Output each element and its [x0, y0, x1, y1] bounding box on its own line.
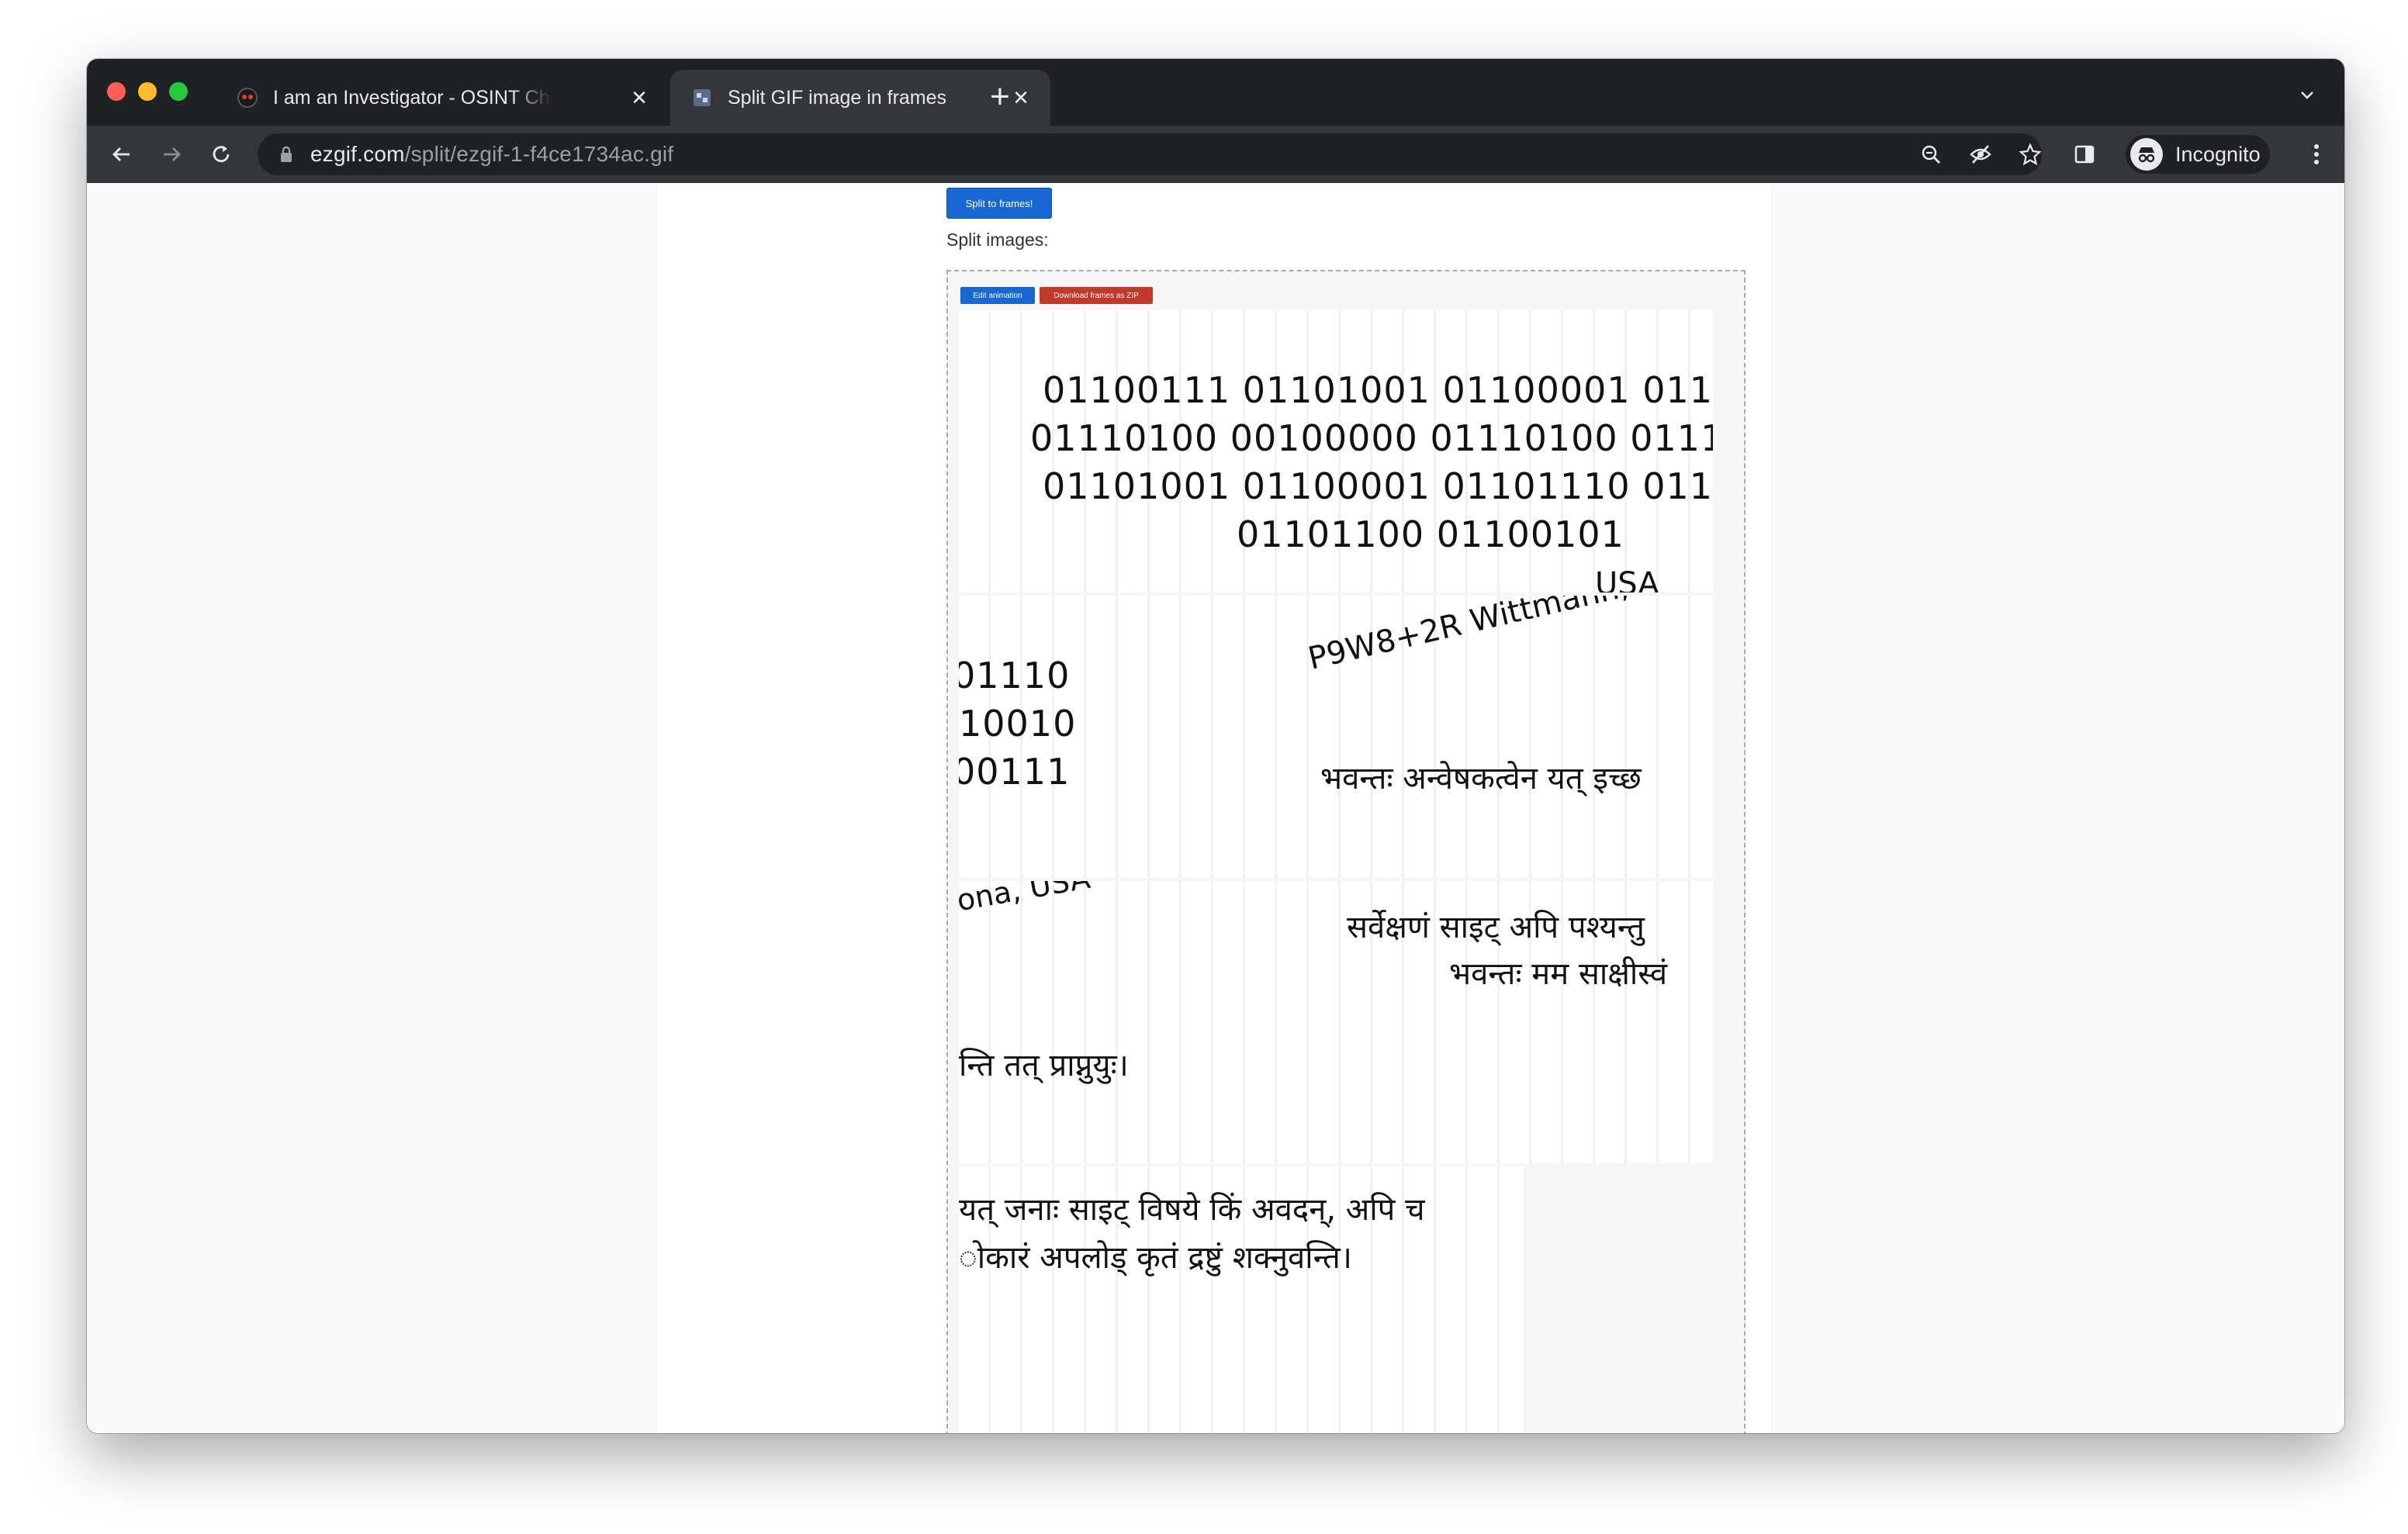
- browser-window: I am an Investigator - OSINT Challenge ✕…: [87, 59, 2344, 1433]
- gif-frame-4[interactable]: यत् जनाः साइट् विषये किं अवदन्, अपि च ोक…: [959, 1166, 1524, 1433]
- frame-text: न्ति तत् प्राप्नुयुः।: [959, 1048, 1129, 1083]
- url-text[interactable]: ezgif.com/split/ezgif-1-f4ce1734ac.gif: [310, 142, 673, 167]
- maximize-window-button[interactable]: [169, 82, 188, 101]
- bookmark-star-icon[interactable]: [2015, 140, 2045, 169]
- new-tab-button[interactable]: +: [979, 76, 1021, 118]
- gif-frame-3[interactable]: ona, USA सर्वेक्षणं साइट् अपि पश्यन्तु भ…: [959, 881, 1713, 1163]
- incognito-icon: [2130, 138, 2163, 171]
- page-viewport[interactable]: Split to frames! Split images: Edit anim…: [87, 183, 2344, 1433]
- split-to-frames-button[interactable]: Split to frames!: [946, 188, 1052, 219]
- frame-text: USA: [1595, 566, 1659, 593]
- arrow-left-icon: [112, 147, 130, 161]
- frame-text: 01110100 00100000 01110100 0111: [1030, 417, 1713, 459]
- frame-text: 01101001 01100001 01101110 0110: [1043, 465, 1713, 507]
- frame-text: 01101100 01100101: [1237, 513, 1624, 555]
- frame-text: 10010: [959, 703, 1077, 745]
- close-window-button[interactable]: [107, 82, 126, 101]
- incognito-profile-button[interactable]: Incognito: [2126, 135, 2270, 174]
- browser-menu-button[interactable]: [2302, 136, 2330, 172]
- edit-animation-button[interactable]: Edit animation: [960, 287, 1035, 304]
- tab-osint-challenge[interactable]: I am an Investigator - OSINT Challenge ✕: [214, 70, 669, 126]
- tab-title: I am an Investigator - OSINT Challenge: [273, 86, 552, 109]
- tab-strip: I am an Investigator - OSINT Challenge ✕…: [87, 59, 2344, 126]
- minimize-window-button[interactable]: [138, 82, 157, 101]
- url-domain: ezgif.com: [310, 142, 405, 166]
- frame-text: भवन्तः मम साक्षीस्वं: [1449, 956, 1668, 992]
- lock-icon[interactable]: [279, 144, 296, 164]
- frame-text: यत् जनाः साइट् विषये किं अवदन्, अपि च: [959, 1192, 1425, 1228]
- frame-text: भवन्तः अन्वेषकत्वेन यत् इच्छ: [1320, 761, 1642, 796]
- side-panel-button[interactable]: [2067, 136, 2102, 172]
- frame-text: सर्वेक्षणं साइट् अपि पश्यन्तु: [1347, 910, 1645, 945]
- browser-toolbar: ezgif.com/split/ezgif-1-f4ce1734ac.gif I…: [87, 126, 2344, 183]
- zoom-icon[interactable]: [1916, 140, 1946, 169]
- eye-off-icon[interactable]: [1966, 140, 1995, 169]
- back-button[interactable]: [104, 136, 140, 172]
- gif-frame-2[interactable]: 01110 10010 00111 P9W8+2R Wittmann, Ariz…: [959, 596, 1713, 878]
- address-bar[interactable]: ezgif.com/split/ezgif-1-f4ce1734ac.gif: [258, 133, 2042, 175]
- frame-text: ोकारं अपलोड् कृतं द्रष्टुं शक्नुवन्ति।: [959, 1240, 1352, 1276]
- split-images-label: Split images:: [946, 230, 1049, 250]
- tab-title: Split GIF image in frames: [728, 86, 947, 109]
- gif-frame-1[interactable]: 01100111 01101001 01100001 0110 01110100…: [959, 310, 1713, 593]
- arrow-right-icon: [164, 147, 181, 161]
- spy-icon: [236, 86, 259, 109]
- side-panel-icon: [2074, 145, 2095, 164]
- forward-button[interactable]: [154, 136, 189, 172]
- split-frames-container: Edit animation Download frames as ZIP 01…: [946, 270, 1745, 1433]
- frame-text: 01100111 01101001 01100001 0110: [1043, 369, 1713, 411]
- frame-text: 01110: [959, 655, 1071, 696]
- chevron-down-icon[interactable]: [2290, 78, 2324, 112]
- ezgif-icon: [690, 86, 714, 109]
- url-path: /split/ezgif-1-f4ce1734ac.gif: [404, 142, 674, 166]
- close-tab-icon[interactable]: ✕: [625, 84, 653, 112]
- frame-text: 00111: [959, 751, 1071, 793]
- download-frames-zip-button[interactable]: Download frames as ZIP: [1040, 287, 1153, 304]
- more-vert-icon: [2314, 144, 2319, 164]
- reload-button[interactable]: [203, 136, 239, 172]
- profile-label: Incognito: [2175, 142, 2261, 166]
- reload-icon: [213, 146, 230, 163]
